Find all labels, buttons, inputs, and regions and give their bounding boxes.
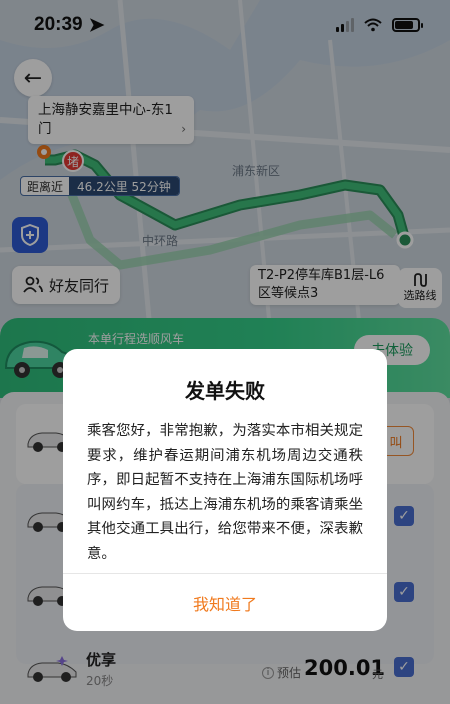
acknowledge-button[interactable]: 我知道了 xyxy=(63,574,387,631)
dialog-message: 乘客您好，非常抱歉，为落实本市相关规定要求，维护春运期间浦东机场周边交通秩序，即… xyxy=(87,423,363,562)
order-failed-dialog: 发单失败 乘客您好，非常抱歉，为落实本市相关规定要求，维护春运期间浦东机场周边交… xyxy=(63,349,387,631)
dialog-title: 发单失败 xyxy=(185,379,265,403)
